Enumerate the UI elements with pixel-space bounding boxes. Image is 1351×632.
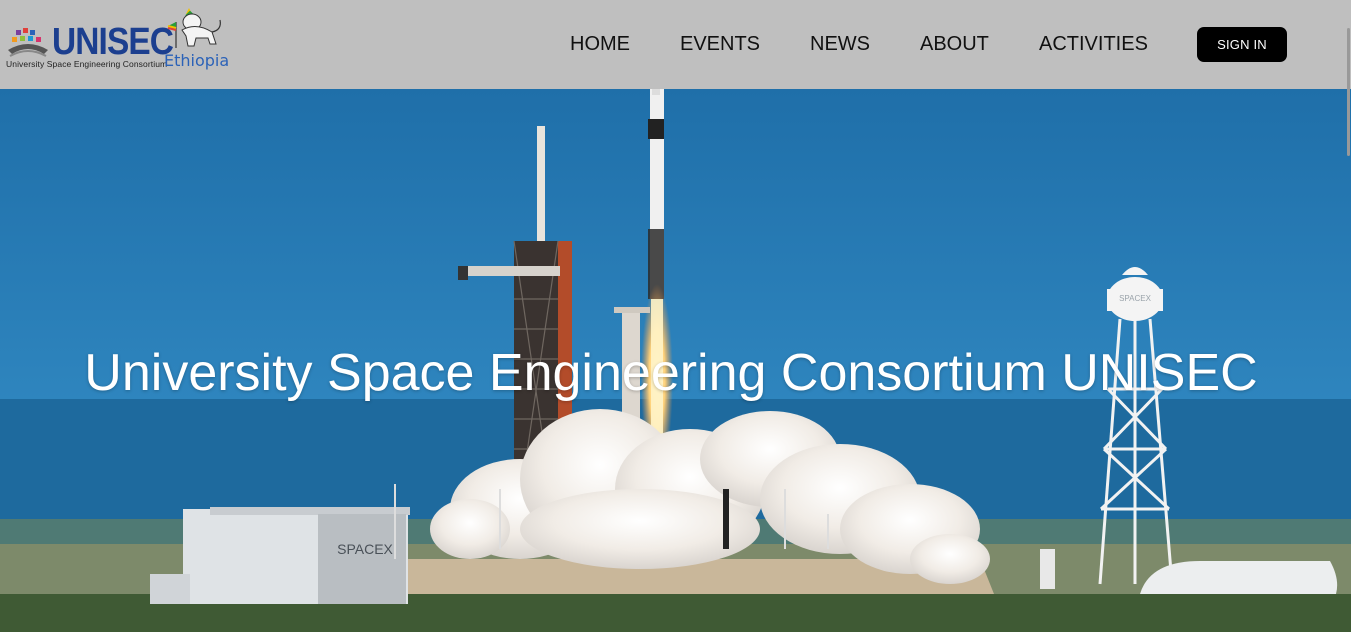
nav-activities[interactable]: ACTIVITIES [1039, 33, 1148, 55]
logo-country: Ethiopia [164, 51, 230, 70]
nav-events[interactable]: EVENTS [680, 33, 760, 55]
lion-emblem-icon [167, 8, 221, 48]
tower-sign: SPACEX [1119, 294, 1152, 303]
hero-section: SPACEX SPACEX University Space Engineeri… [0, 89, 1351, 632]
scrollbar-thumb[interactable] [1347, 28, 1350, 156]
hangar-sign: SPACEX [337, 541, 393, 557]
logo-wordmark: UNISEC [52, 21, 174, 63]
nav-news[interactable]: NEWS [810, 33, 870, 55]
hero-title: University Space Engineering Consortium … [84, 344, 1258, 402]
page-scrollbar[interactable] [1345, 0, 1351, 632]
top-navbar: UNISEC University Space Engineering Cons… [0, 0, 1351, 89]
logo-tagline: University Space Engineering Consortium [6, 59, 168, 69]
unisec-ethiopia-logo[interactable]: UNISEC University Space Engineering Cons… [6, 8, 231, 74]
nav-about[interactable]: ABOUT [920, 33, 989, 55]
sign-in-button[interactable]: SIGN IN [1197, 27, 1287, 62]
nav-home[interactable]: HOME [570, 33, 630, 55]
